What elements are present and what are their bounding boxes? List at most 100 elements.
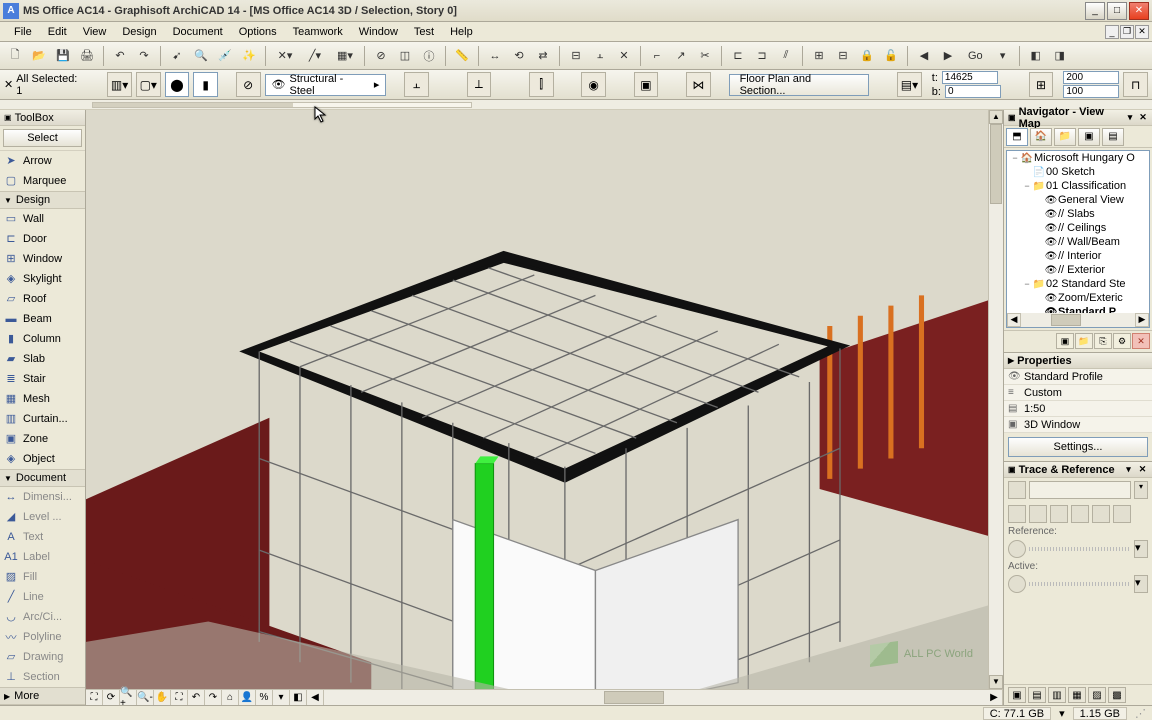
save-button[interactable]: 💾 [52,45,74,67]
scroll-down-button[interactable]: ▼ [989,675,1003,689]
3d-viewport[interactable]: ALL PC World ▲ ▼ ⛶ ⟳ 🔍+ 🔍- ✋ ⛶ ↶ ↷ ⌂ 👤 %… [86,110,1004,705]
back-button[interactable]: ◀ [913,45,935,67]
display-button[interactable]: ▣ [634,72,659,97]
tree-item[interactable]: 👁// Wall/Beam [1007,235,1149,249]
magic-wand-button[interactable]: ✨ [238,45,260,67]
lock-button[interactable]: 🔒 [856,45,878,67]
guide-button[interactable]: ╱▾ [301,45,329,67]
adjust-button[interactable]: ⫠ [589,45,611,67]
drag-button[interactable]: ↔ [484,45,506,67]
tree-item[interactable]: −📁02 Standard Ste [1007,277,1149,291]
tool-arrow[interactable]: ➤Arrow [0,151,85,171]
info-scroll-ruler[interactable] [92,102,472,108]
go-button[interactable]: Go [961,45,990,67]
tool-column[interactable]: ▮Column [0,329,85,349]
inject-button[interactable]: 💉 [214,45,236,67]
tool-fill[interactable]: ▨Fill [0,567,85,587]
tree-item[interactable]: 📄00 Sketch [1007,165,1149,179]
tool-text[interactable]: AText [0,527,85,547]
tree-item[interactable]: 👁Zoom/Exteric [1007,291,1149,305]
cut-button[interactable]: ⋈ [686,72,711,97]
design-section[interactable]: ▼Design [0,191,85,209]
tool-mesh[interactable]: ▦Mesh [0,389,85,409]
tree-item[interactable]: −🏠Microsoft Hungary O [1007,151,1149,165]
dim-d-input[interactable] [1063,85,1119,98]
redo-button[interactable]: ↷ [133,45,155,67]
navtab-publisher[interactable]: ▣ [1078,128,1100,146]
navigator-opts-button[interactable]: ▾ [1125,112,1135,123]
menu-edit[interactable]: Edit [40,24,75,40]
tree-item[interactable]: 👁General View [1007,193,1149,207]
close-button[interactable]: ✕ [1129,2,1149,20]
navtab-layout[interactable]: 📁 [1054,128,1076,146]
nav-new-view-button[interactable]: ▣ [1056,333,1074,349]
nav-settings-button[interactable]: ⚙ [1113,333,1131,349]
navtab-view[interactable]: 🏠 [1030,128,1052,146]
dim-c-input[interactable] [1063,71,1119,84]
tool-arc[interactable]: ◡Arc/Ci... [0,607,85,627]
tool-skylight[interactable]: ◈Skylight [0,269,85,289]
trace-ref-dropdown[interactable] [1029,481,1131,499]
ref-color-button[interactable] [1008,540,1026,558]
element-info-button[interactable]: ⓘ [418,45,440,67]
tool-section[interactable]: ⊥Section [0,667,85,687]
hscroll-left-button[interactable]: ◀ [307,690,324,705]
menu-file[interactable]: File [6,24,40,40]
find-button[interactable]: 🔍 [190,45,212,67]
suspend-button[interactable]: ⊘ [370,45,392,67]
ungroup-button[interactable]: ⊟ [832,45,854,67]
prop-scale-row[interactable]: ▤1:50 [1004,401,1152,417]
qv-fit-button[interactable]: ⛶ [171,690,188,705]
tree-item[interactable]: 👁// Interior [1007,249,1149,263]
navigator-close-button[interactable]: ✕ [1138,112,1148,123]
menu-window[interactable]: Window [351,24,406,40]
open-button[interactable]: 📂 [28,45,50,67]
trace-bottom-c[interactable]: ▥ [1048,687,1066,703]
tool-dimension[interactable]: ↔Dimensi... [0,487,85,507]
menu-teamwork[interactable]: Teamwork [285,24,351,40]
mirror-button[interactable]: ⇄ [532,45,554,67]
hscroll-right-button[interactable]: ▶ [986,690,1003,705]
resize-button[interactable]: ↗ [670,45,692,67]
info-geometry-b-button[interactable]: ▮ [193,72,218,97]
tool-window[interactable]: ⊞Window [0,249,85,269]
trace-bottom-a[interactable]: ▣ [1008,687,1026,703]
tool-polyline[interactable]: 〰Polyline [0,627,85,647]
trace-close-button[interactable]: ✕ [1137,464,1148,475]
info-geometry-a-button[interactable]: ⬤ [165,72,190,97]
tool-zone[interactable]: ▣Zone [0,429,85,449]
menu-design[interactable]: Design [114,24,164,40]
snap-button[interactable]: ✕▾ [271,45,299,67]
info-default-button[interactable]: ▥▾ [107,72,132,97]
tool-drawing[interactable]: ▱Drawing [0,647,85,667]
floor-plan-section-button[interactable]: Floor Plan and Section... [729,74,870,96]
horizontal-scrollbar[interactable] [324,690,986,705]
trace-btn-b[interactable] [1029,505,1047,523]
trace-btn-c[interactable] [1050,505,1068,523]
navtab-project[interactable]: ⬒ [1006,128,1028,146]
pick-button[interactable]: ➹ [166,45,188,67]
home-story-button[interactable]: ◉ [581,72,606,97]
trace-btn-a[interactable] [1008,505,1026,523]
menu-test[interactable]: Test [406,24,442,40]
qv-split-button[interactable]: ◧ [290,690,307,705]
vertical-scrollbar[interactable]: ▲ ▼ [988,110,1003,689]
menu-options[interactable]: Options [231,24,285,40]
tree-item[interactable]: −📁01 Classification [1007,179,1149,193]
align-button[interactable]: ⊏ [727,45,749,67]
tree-item[interactable]: 👁// Ceilings [1007,221,1149,235]
nav-clone-button[interactable]: ⎘ [1094,333,1112,349]
tool-object[interactable]: ◈Object [0,449,85,469]
trace-btn-f[interactable] [1113,505,1131,523]
edit-sel-button[interactable]: ◧ [1025,45,1047,67]
tool-wall[interactable]: ▭Wall [0,209,85,229]
navtab-layout2[interactable]: ▤ [1102,128,1124,146]
forward-button[interactable]: ▶ [937,45,959,67]
qv-home-button[interactable]: ⌂ [222,690,239,705]
split-button[interactable]: ⊟ [565,45,587,67]
menu-help[interactable]: Help [442,24,481,40]
plot-button[interactable]: 🖨 [76,45,98,67]
offset-button[interactable]: ⫽ [775,45,797,67]
maximize-button[interactable]: □ [1107,2,1127,20]
tool-door[interactable]: ⊏Door [0,229,85,249]
